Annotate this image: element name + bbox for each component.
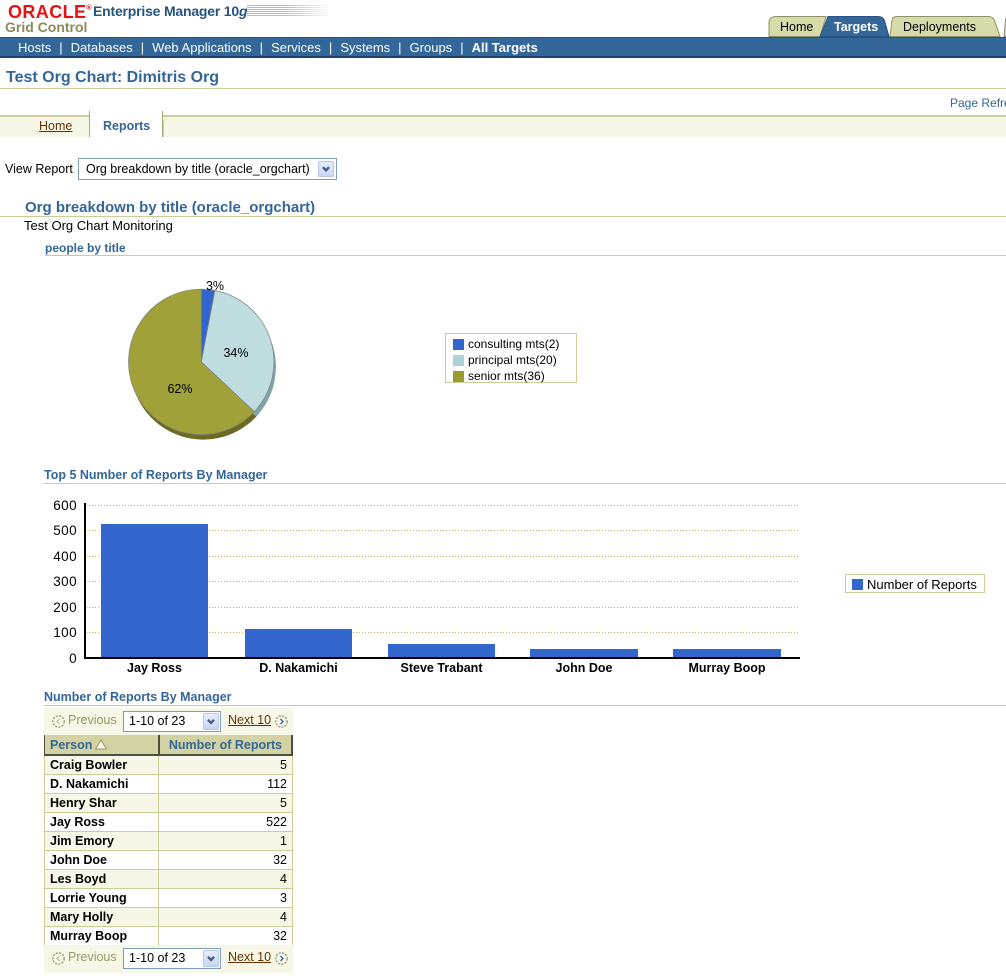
svg-text:62%: 62% <box>167 382 192 396</box>
svg-text:3%: 3% <box>206 279 224 293</box>
svg-text:34%: 34% <box>223 346 248 360</box>
svg-text:Targets: Targets <box>834 20 878 34</box>
svg-text:Deployments: Deployments <box>903 20 976 34</box>
svg-text:Home: Home <box>780 20 813 34</box>
